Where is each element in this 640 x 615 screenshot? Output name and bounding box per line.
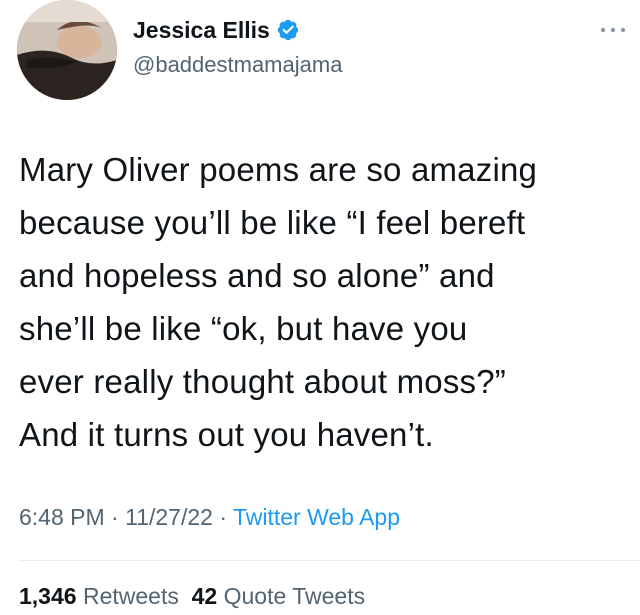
tweet-metadata: 6:48 PM · 11/27/22 · Twitter Web App — [19, 500, 400, 534]
divider — [19, 560, 640, 561]
tweet-source-link[interactable]: Twitter Web App — [233, 504, 400, 530]
quote-tweets-count: 42 — [191, 583, 218, 609]
tweet-text-line: because you’ll be like “I feel bereft — [19, 204, 526, 241]
verified-badge-icon — [277, 19, 299, 41]
retweets-label: Retweets — [82, 583, 179, 609]
author-display-name[interactable]: Jessica Ellis — [133, 14, 270, 46]
tweet-text-line: she’ll be like “ok, but have you — [19, 310, 468, 347]
author-name-row: Jessica Ellis — [133, 14, 300, 46]
tweet-stats: 1,346 Retweets 42 Quote Tweets — [19, 579, 365, 613]
tweet-text-line: Mary Oliver poems are so amazing — [19, 151, 538, 188]
more-options-icon[interactable] — [598, 22, 628, 38]
tweet-card: Jessica Ellis @baddestmamajama Mary Oliv… — [0, 0, 640, 615]
quote-tweets-label: Quote Tweets — [223, 583, 366, 609]
profile-photo-icon — [17, 0, 117, 100]
tweet-date[interactable]: 11/27/22 — [125, 504, 213, 530]
author-avatar[interactable] — [17, 0, 117, 100]
tweet-time[interactable]: 6:48 PM — [19, 504, 105, 530]
retweets-stat[interactable]: 1,346 Retweets — [19, 583, 179, 609]
tweet-text-line: and hopeless and so alone” and — [19, 257, 495, 294]
quote-tweets-stat[interactable]: 42 Quote Tweets — [192, 583, 365, 609]
tweet-text-line: And it turns out you haven’t. — [19, 416, 434, 453]
author-handle[interactable]: @baddestmamajama — [133, 50, 342, 80]
retweets-count: 1,346 — [19, 583, 77, 609]
tweet-text-line: ever really thought about moss?” — [19, 363, 506, 400]
meta-separator: · — [212, 504, 233, 530]
meta-separator: · — [104, 504, 126, 530]
tweet-body: Mary Oliver poems are so amazing because… — [19, 143, 634, 461]
